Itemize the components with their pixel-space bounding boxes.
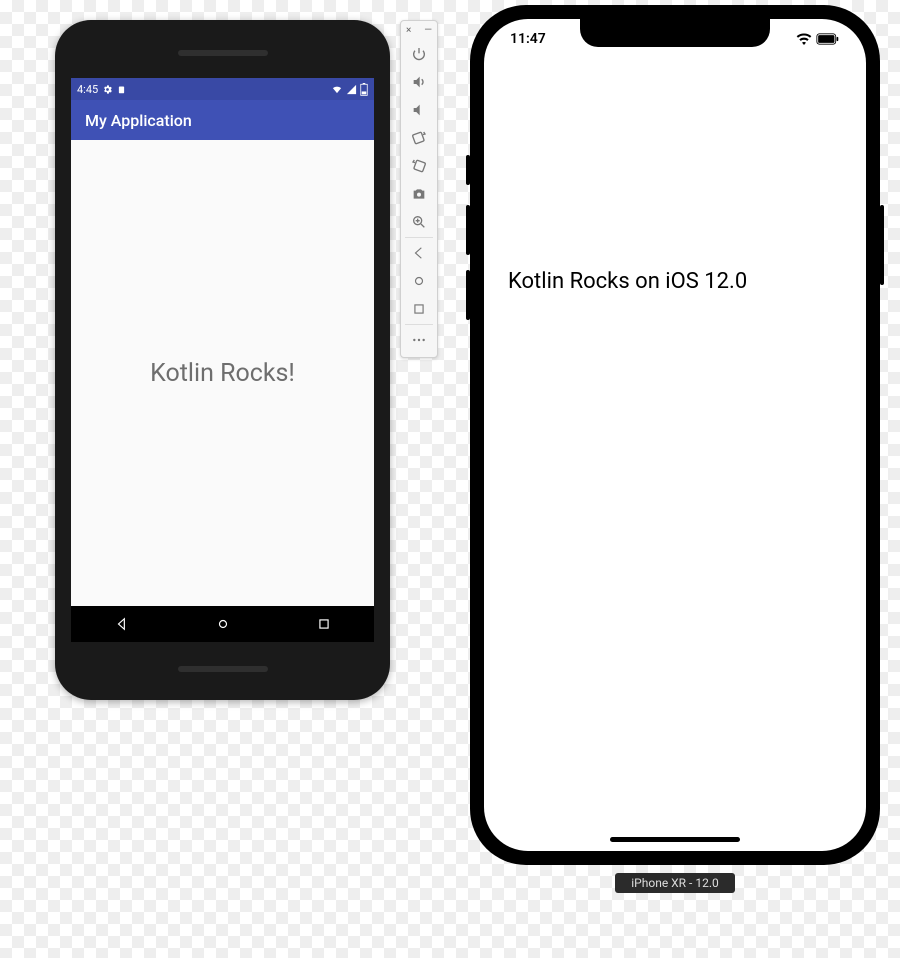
nav-recent-icon[interactable] <box>317 617 331 631</box>
nav-home-icon[interactable] <box>216 617 230 631</box>
ios-volume-down-button <box>466 270 470 320</box>
more-icon[interactable] <box>404 327 434 353</box>
ios-message-text: Kotlin Rocks on iOS 12.0 <box>508 269 747 294</box>
android-screen: 4:45 My Applicati <box>71 78 374 642</box>
overview-icon[interactable] <box>404 296 434 322</box>
battery-card-icon <box>117 84 126 95</box>
emulator-minimize-button[interactable]: — <box>424 25 432 36</box>
volume-up-icon[interactable] <box>404 69 434 95</box>
battery-icon <box>816 33 840 45</box>
ios-screen: 11:47 Kotlin Rocks on iOS 12.0 <box>484 19 866 851</box>
power-icon[interactable] <box>404 41 434 67</box>
android-app-title: My Application <box>85 111 192 130</box>
ios-app-content: Kotlin Rocks on iOS 12.0 <box>484 269 866 294</box>
gear-icon <box>102 84 113 95</box>
ios-device-frame: 11:47 Kotlin Rocks on iOS 12.0 <box>470 5 880 865</box>
toolbar-divider <box>405 324 434 325</box>
back-icon[interactable] <box>404 240 434 266</box>
wifi-icon <box>331 84 343 95</box>
ios-device-label: iPhone XR - 12.0 <box>615 873 735 893</box>
android-statusbar: 4:45 <box>71 78 374 100</box>
ios-notch <box>580 19 770 47</box>
ios-silence-switch <box>466 155 470 185</box>
nav-back-icon[interactable] <box>115 617 129 631</box>
rotate-left-icon[interactable] <box>404 125 434 151</box>
emulator-toolbar: × — <box>400 20 438 358</box>
camera-icon[interactable] <box>404 181 434 207</box>
ios-power-button <box>880 205 884 285</box>
rotate-right-icon[interactable] <box>404 153 434 179</box>
ios-home-indicator[interactable] <box>610 837 740 842</box>
battery-icon <box>360 83 368 96</box>
ios-volume-up-button <box>466 205 470 255</box>
android-appbar: My Application <box>71 100 374 140</box>
android-app-content: Kotlin Rocks! <box>71 140 374 606</box>
ios-statusbar-time: 11:47 <box>510 31 546 47</box>
zoom-icon[interactable] <box>404 209 434 235</box>
home-icon[interactable] <box>404 268 434 294</box>
android-navbar <box>71 606 374 642</box>
ios-simulator: 11:47 Kotlin Rocks on iOS 12.0 iPhone XR… <box>470 5 880 893</box>
android-statusbar-time: 4:45 <box>77 83 98 96</box>
wifi-icon <box>796 33 812 45</box>
emulator-close-button[interactable]: × <box>406 25 411 36</box>
android-earpiece <box>178 50 268 56</box>
volume-down-icon[interactable] <box>404 97 434 123</box>
android-emulator-frame: 4:45 My Applicati <box>55 20 390 700</box>
signal-icon <box>346 84 357 95</box>
android-bottom-speaker <box>178 666 268 672</box>
toolbar-divider <box>405 237 434 238</box>
android-message-text: Kotlin Rocks! <box>150 359 295 388</box>
